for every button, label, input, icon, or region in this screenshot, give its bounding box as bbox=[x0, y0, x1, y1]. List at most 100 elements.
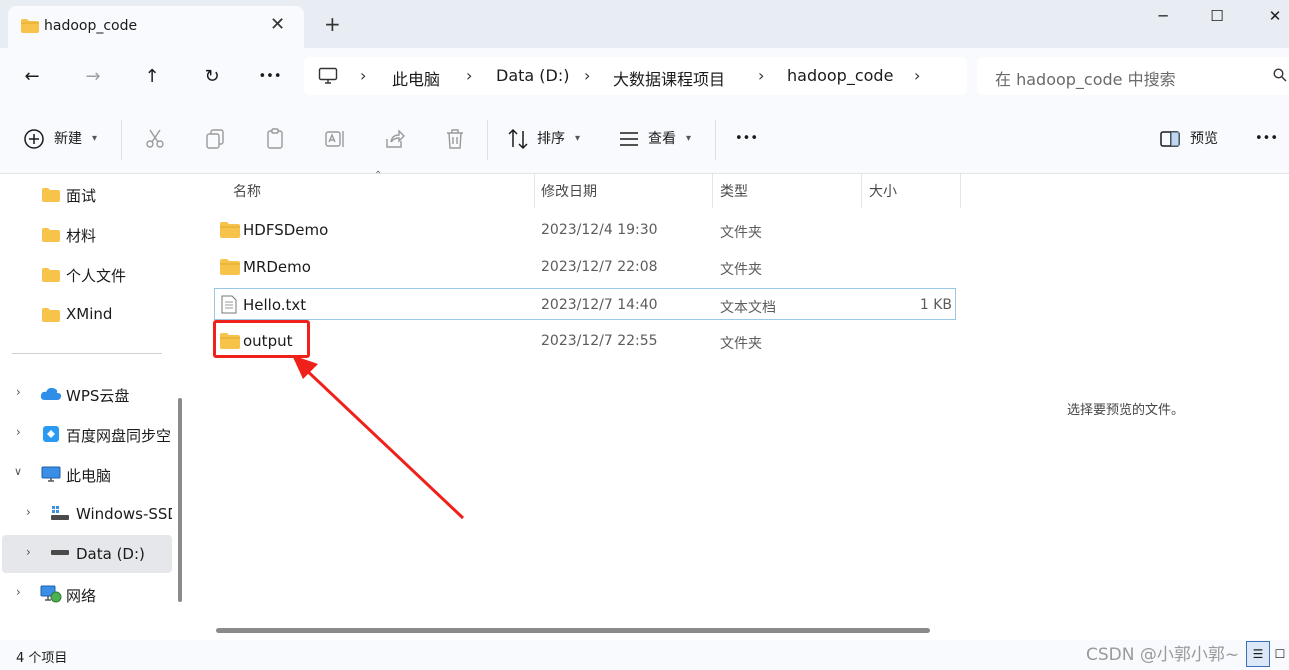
column-divider[interactable] bbox=[712, 174, 713, 208]
forward-button[interactable]: → bbox=[80, 64, 106, 90]
delete-icon[interactable] bbox=[443, 127, 467, 151]
command-bar bbox=[0, 106, 1289, 174]
sidebar-item-baidu-netdisk[interactable]: › 百度网盘同步空 bbox=[0, 415, 172, 453]
search-icon[interactable] bbox=[1273, 68, 1287, 82]
refresh-button[interactable]: ↻ bbox=[199, 64, 225, 90]
cloud-icon bbox=[40, 387, 62, 400]
cut-icon[interactable] bbox=[143, 127, 167, 151]
sidebar-item-label: 此电脑 bbox=[66, 467, 112, 485]
sidebar-item-label: 网络 bbox=[66, 587, 97, 605]
share-icon[interactable] bbox=[383, 127, 407, 151]
sort-ascending-icon: ⌃ bbox=[374, 170, 383, 181]
drive-icon bbox=[51, 506, 69, 520]
column-divider[interactable] bbox=[861, 174, 862, 208]
sidebar-item-this-pc[interactable]: ∨ 此电脑 bbox=[0, 455, 172, 493]
chevron-right-icon[interactable]: › bbox=[914, 66, 920, 85]
rename-icon[interactable] bbox=[323, 127, 347, 151]
file-modified: 2023/12/7 22:08 bbox=[541, 259, 658, 275]
baidu-netdisk-icon bbox=[43, 426, 59, 442]
column-header-name[interactable]: 名称 bbox=[233, 181, 261, 201]
folder-icon bbox=[220, 259, 240, 275]
breadcrumb-course-project[interactable]: 大数据课程项目 bbox=[613, 66, 725, 90]
file-modified: 2023/12/4 19:30 bbox=[541, 222, 658, 238]
file-modified: 2023/12/7 22:55 bbox=[541, 333, 658, 349]
horizontal-scrollbar[interactable] bbox=[216, 628, 930, 633]
tab-hadoop-code[interactable]: hadoop_code ✕ bbox=[8, 6, 304, 48]
back-button[interactable]: ← bbox=[19, 64, 45, 90]
column-divider[interactable] bbox=[960, 174, 961, 208]
more-nav-button[interactable]: ••• bbox=[257, 64, 283, 90]
table-row[interactable]: Hello.txt 2023/12/7 14:40 文本文档 1 KB bbox=[214, 288, 956, 320]
maximize-button[interactable]: ☐ bbox=[1194, 6, 1240, 26]
sidebar-item-label: 百度网盘同步空 bbox=[66, 427, 172, 445]
chevron-right-icon[interactable]: › bbox=[16, 385, 21, 399]
view-icon[interactable] bbox=[617, 127, 641, 151]
see-more-button[interactable]: ••• bbox=[1255, 131, 1278, 146]
chevron-right-icon[interactable]: › bbox=[26, 545, 31, 559]
details-view-icon[interactable]: ☰ bbox=[1246, 641, 1270, 667]
breadcrumb-hadoop-code[interactable]: hadoop_code bbox=[787, 66, 893, 85]
chevron-right-icon: › bbox=[758, 66, 765, 85]
computer-icon bbox=[318, 67, 338, 84]
folder-icon bbox=[42, 188, 60, 202]
close-window-button[interactable]: ✕ bbox=[1252, 6, 1289, 26]
file-name: HDFSDemo bbox=[243, 221, 329, 239]
breadcrumb-data-d[interactable]: Data (D:) bbox=[496, 66, 569, 85]
table-row[interactable]: HDFSDemo 2023/12/4 19:30 文件夹 bbox=[214, 214, 956, 246]
sidebar-item-materials[interactable]: 材料 bbox=[0, 215, 172, 253]
up-button[interactable]: ↑ bbox=[139, 64, 165, 90]
more-options-button[interactable]: ••• bbox=[735, 131, 758, 146]
sidebar-item-interview[interactable]: 面试 bbox=[0, 175, 172, 213]
column-header-type[interactable]: 类型 bbox=[720, 181, 748, 201]
copy-icon[interactable] bbox=[203, 127, 227, 151]
column-divider[interactable] bbox=[534, 174, 535, 208]
chevron-down-icon: ▾ bbox=[686, 133, 692, 144]
preview-pane-icon[interactable] bbox=[1158, 127, 1182, 151]
sidebar-item-wps-cloud[interactable]: › WPS云盘 bbox=[0, 375, 172, 413]
chevron-right-icon: › bbox=[584, 66, 591, 85]
tiles-view-icon[interactable]: ☐ bbox=[1271, 641, 1289, 667]
sidebar-item-network[interactable]: › 网络 bbox=[0, 575, 172, 613]
new-tab-button[interactable]: + bbox=[324, 14, 341, 34]
sidebar-item-xmind[interactable]: XMind bbox=[0, 295, 172, 333]
table-row[interactable]: MRDemo 2023/12/7 22:08 文件夹 bbox=[214, 251, 956, 283]
column-header-size[interactable]: 大小 bbox=[869, 181, 897, 201]
chevron-down-icon: ▾ bbox=[92, 133, 98, 144]
chevron-right-icon[interactable]: › bbox=[16, 425, 21, 439]
toolbar-divider bbox=[487, 120, 488, 160]
preview-message: 选择要预览的文件。 bbox=[1066, 403, 1184, 418]
view-button[interactable]: 查看 bbox=[648, 128, 676, 148]
file-name: MRDemo bbox=[243, 258, 311, 276]
breadcrumb-this-pc[interactable]: 此电脑 bbox=[392, 66, 440, 90]
file-type: 文件夹 bbox=[720, 262, 762, 278]
chevron-right-icon[interactable]: › bbox=[16, 585, 21, 599]
folder-icon bbox=[42, 268, 60, 282]
sidebar-item-label: WPS云盘 bbox=[66, 387, 130, 405]
sidebar-scrollbar[interactable] bbox=[178, 398, 182, 602]
tab-close-button[interactable]: ✕ bbox=[270, 16, 285, 34]
folder-icon bbox=[42, 308, 60, 322]
sidebar-item-data-d[interactable]: › Data (D:) bbox=[2, 535, 172, 573]
preview-button[interactable]: 预览 bbox=[1190, 128, 1218, 148]
chevron-right-icon: › bbox=[466, 66, 473, 85]
file-type: 文件夹 bbox=[720, 225, 762, 241]
column-header-modified[interactable]: 修改日期 bbox=[541, 181, 597, 201]
sidebar-item-label: 个人文件 bbox=[66, 267, 127, 285]
sidebar-item-windows-ssd[interactable]: › Windows-SSD bbox=[0, 495, 172, 533]
chevron-down-icon[interactable]: ∨ bbox=[14, 465, 22, 478]
chevron-right-icon: › bbox=[360, 66, 367, 85]
file-size: 1 KB bbox=[919, 297, 952, 313]
minimize-button[interactable]: ─ bbox=[1140, 6, 1186, 26]
paste-icon[interactable] bbox=[263, 127, 287, 151]
chevron-right-icon[interactable]: › bbox=[26, 505, 31, 519]
folder-icon bbox=[42, 228, 60, 242]
sidebar-item-personal-files[interactable]: 个人文件 bbox=[0, 255, 172, 293]
drive-icon bbox=[51, 550, 69, 555]
item-count: 4 个项目 bbox=[16, 651, 68, 666]
new-button[interactable]: 新建 bbox=[54, 128, 82, 148]
sort-icon[interactable] bbox=[506, 127, 530, 151]
folder-icon bbox=[21, 19, 39, 33]
sort-button[interactable]: 排序 bbox=[537, 128, 565, 148]
network-icon bbox=[40, 585, 62, 603]
new-plus-icon[interactable] bbox=[22, 127, 46, 151]
